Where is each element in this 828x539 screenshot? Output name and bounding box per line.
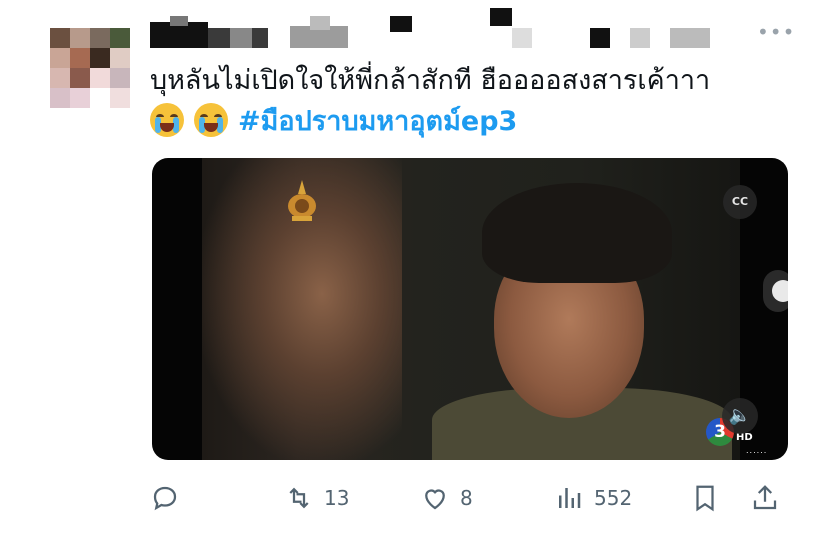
views-button[interactable]: 552 bbox=[554, 478, 632, 518]
like-count: 8 bbox=[460, 486, 473, 510]
share-icon bbox=[753, 485, 777, 510]
reply-button[interactable] bbox=[150, 478, 180, 518]
author-name-redacted[interactable] bbox=[150, 8, 720, 50]
share-button[interactable] bbox=[750, 478, 780, 518]
speaker-icon: 🔈 bbox=[728, 405, 752, 426]
views-icon bbox=[559, 488, 581, 508]
loudly-crying-face-icon bbox=[150, 102, 184, 137]
video-player[interactable]: 3 HD ...... CC 🔈 bbox=[152, 158, 788, 460]
hashtag-link[interactable]: #มือปราบมหาอุตม์ep3 bbox=[238, 106, 517, 137]
volume-button[interactable]: 🔈 bbox=[722, 398, 758, 434]
scroll-handle[interactable] bbox=[763, 270, 788, 312]
like-button[interactable]: 8 bbox=[420, 478, 473, 518]
retweet-button[interactable]: 13 bbox=[284, 478, 349, 518]
bookmark-button[interactable] bbox=[690, 478, 720, 518]
action-bar: 13 8 552 bbox=[150, 478, 790, 518]
loudly-crying-face-icon bbox=[194, 102, 228, 137]
captions-button[interactable]: CC bbox=[723, 185, 757, 219]
avatar[interactable] bbox=[50, 28, 130, 108]
reply-icon bbox=[153, 486, 177, 511]
retweet-count: 13 bbox=[324, 486, 350, 510]
view-count: 552 bbox=[594, 486, 633, 510]
tweet-text: บุหลันไม่เปิดใจให้พี่กล้าสักที ฮืออออสงส… bbox=[150, 65, 711, 96]
more-options-button[interactable]: ••• bbox=[757, 20, 795, 44]
bookmark-icon bbox=[696, 485, 714, 512]
retweet-icon bbox=[289, 487, 309, 509]
tweet-text-line2: #มือปราบมหาอุตม์ep3 bbox=[150, 102, 517, 141]
video-frame[interactable]: 3 HD ...... bbox=[202, 158, 766, 460]
heart-icon bbox=[425, 489, 445, 510]
royal-emblem-icon bbox=[288, 180, 316, 221]
